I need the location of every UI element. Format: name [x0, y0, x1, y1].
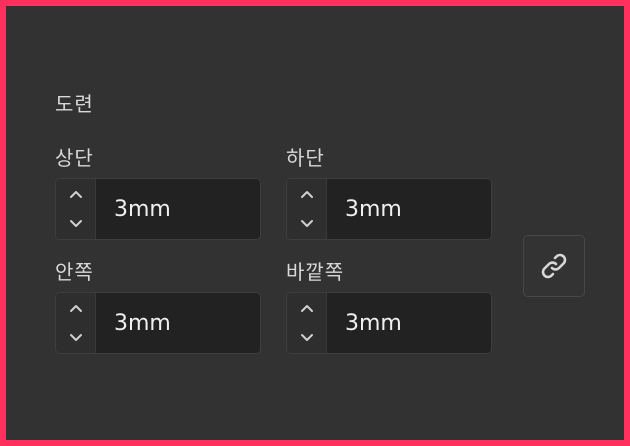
- label-bottom: 하단: [286, 146, 325, 170]
- stepper-bottom: 3mm: [286, 178, 492, 240]
- stepper-arrows: [56, 293, 96, 353]
- chevron-up-icon: [301, 191, 313, 198]
- stepper-outside: 3mm: [286, 292, 492, 354]
- outside-value-input[interactable]: 3mm: [327, 293, 491, 353]
- chevron-up-icon: [301, 305, 313, 312]
- section-title-bleed: 도련: [55, 92, 94, 116]
- chevron-down-icon: [70, 334, 82, 341]
- chevron-down-icon: [301, 220, 313, 227]
- increment-bottom-button[interactable]: [287, 179, 327, 209]
- stepper-top: 3mm: [55, 178, 261, 240]
- link-values-button[interactable]: [523, 235, 585, 297]
- chevron-up-icon: [70, 305, 82, 312]
- label-outside: 바깥쪽: [286, 260, 345, 284]
- decrement-outside-button[interactable]: [287, 323, 327, 353]
- stepper-arrows: [56, 179, 96, 239]
- decrement-bottom-button[interactable]: [287, 209, 327, 239]
- stepper-arrows: [287, 293, 327, 353]
- chevron-down-icon: [70, 220, 82, 227]
- stepper-arrows: [287, 179, 327, 239]
- chevron-up-icon: [70, 191, 82, 198]
- decrement-top-button[interactable]: [56, 209, 96, 239]
- increment-inside-button[interactable]: [56, 293, 96, 323]
- increment-top-button[interactable]: [56, 179, 96, 209]
- bottom-value-input[interactable]: 3mm: [327, 179, 491, 239]
- label-inside: 안쪽: [55, 260, 94, 284]
- top-value-input[interactable]: 3mm: [96, 179, 260, 239]
- link-icon: [541, 253, 567, 279]
- decrement-inside-button[interactable]: [56, 323, 96, 353]
- inside-value-input[interactable]: 3mm: [96, 293, 260, 353]
- label-top: 상단: [55, 146, 94, 170]
- chevron-down-icon: [301, 334, 313, 341]
- increment-outside-button[interactable]: [287, 293, 327, 323]
- bleed-panel: 도련 상단 3mm 하단 3mm 안쪽 3mm 바깥쪽 3mm: [6, 6, 624, 440]
- stepper-inside: 3mm: [55, 292, 261, 354]
